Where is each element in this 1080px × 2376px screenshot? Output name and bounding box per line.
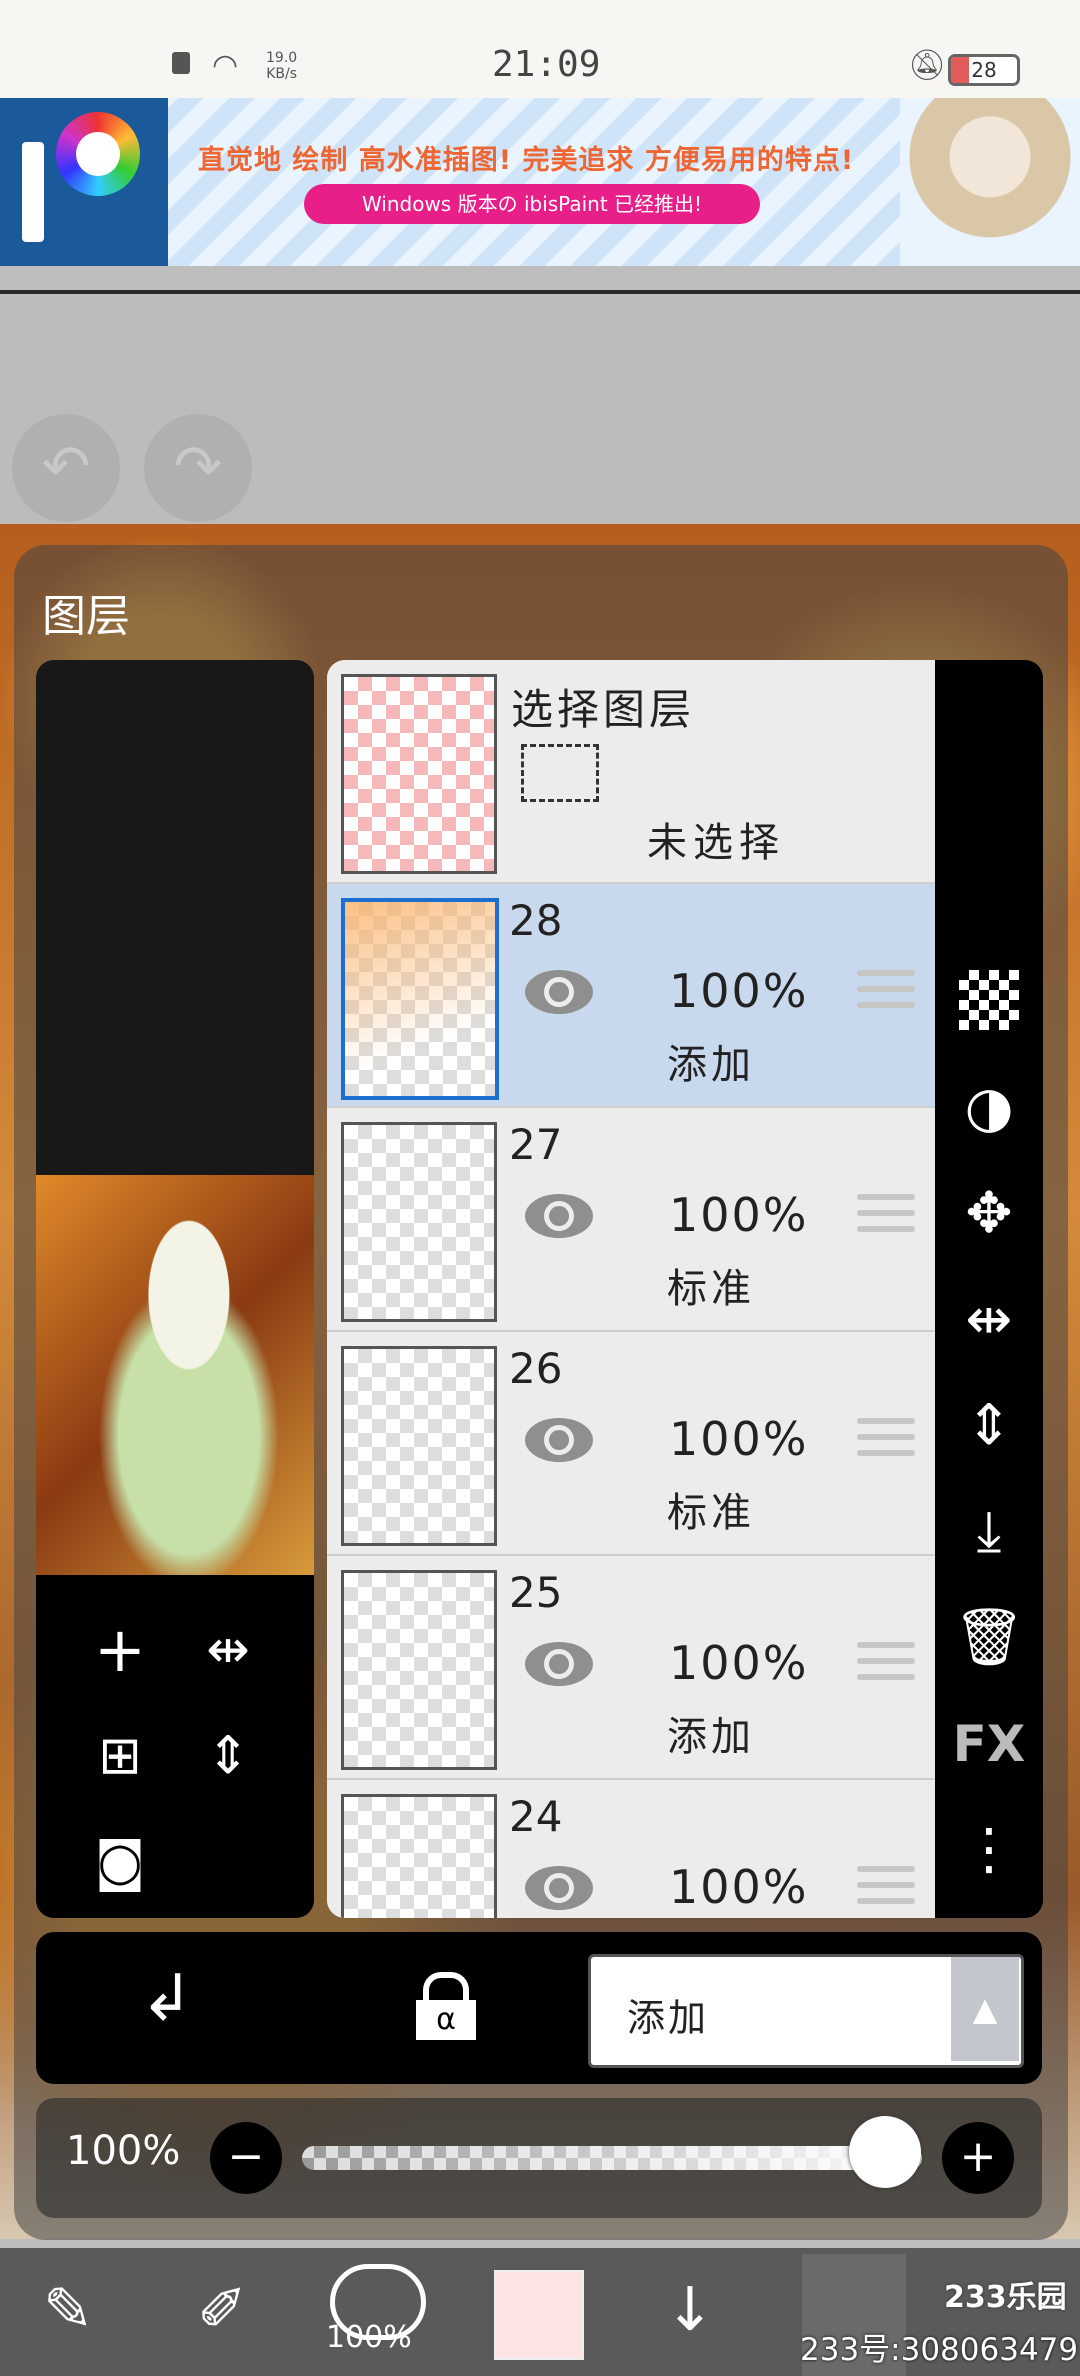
canvas-preview-panel: + ⇹ ⊞ ⇕ ◙	[36, 660, 314, 1918]
flip-horizontal-icon[interactable]: ⇹	[188, 1610, 268, 1690]
status-time: 21:09	[492, 44, 601, 85]
visibility-eye-icon[interactable]	[523, 966, 595, 1018]
alpha-lock-icon[interactable]: α	[416, 1972, 476, 2040]
redo-button[interactable]: ↷	[144, 414, 252, 522]
layer-opacity: 100%	[669, 1636, 809, 1690]
preview-background	[36, 660, 314, 1175]
watermark-text: 233号:308063479	[800, 2332, 1079, 2368]
layer-number: 27	[509, 1120, 563, 1169]
panel-title: 图层	[42, 591, 130, 642]
layer-opacity: 100%	[669, 1860, 809, 1914]
drag-handle-icon[interactable]	[857, 1642, 915, 1694]
notification-icon	[172, 52, 190, 74]
layer-opacity: 100%	[669, 1188, 809, 1242]
artwork-thumbnail[interactable]	[36, 1175, 314, 1575]
layer-opacity: 100%	[669, 1412, 809, 1466]
layer-thumbnail[interactable]	[341, 1570, 497, 1770]
layer-row[interactable]: 27 100% 标准	[327, 1108, 935, 1333]
layer-thumbnail[interactable]	[341, 1346, 497, 1546]
selection-marquee-icon	[521, 744, 599, 802]
battery-indicator: 28	[948, 54, 1020, 86]
duplicate-layer-icon[interactable]: ⊞	[80, 1716, 160, 1796]
layer-row[interactable]: 25 100% 添加	[327, 1556, 935, 1781]
layer-number: 24	[509, 1792, 563, 1841]
layer-row[interactable]: 28 100% 添加	[327, 884, 935, 1109]
camera-icon[interactable]: ◙	[80, 1822, 160, 1902]
layer-blend-mode: 标准	[667, 1490, 755, 1536]
layer-number: 26	[509, 1344, 563, 1393]
selection-status: 未选择	[647, 820, 785, 866]
transparency-checker-icon[interactable]	[949, 960, 1029, 1040]
move-icon[interactable]: ✥	[949, 1174, 1029, 1254]
drag-handle-icon[interactable]	[857, 1194, 915, 1246]
layer-opacity: 100%	[669, 964, 809, 1018]
layer-number: 28	[509, 896, 563, 945]
layer-thumbnail[interactable]	[341, 1122, 497, 1322]
layer-blend-mode: 添加	[667, 1714, 755, 1760]
drag-handle-icon[interactable]	[857, 1866, 915, 1918]
network-speed: 19.0 KB/s	[266, 50, 298, 82]
add-layer-icon[interactable]: +	[80, 1610, 160, 1690]
fx-button[interactable]: FX	[949, 1704, 1029, 1784]
drag-handle-icon[interactable]	[857, 970, 915, 1022]
ad-subline[interactable]: Windows 版本の ibisPaint 已经推出!	[304, 184, 760, 224]
clip-circle-icon[interactable]: ◑	[949, 1068, 1029, 1148]
ad-headline: 直觉地 绘制 高水准插图! 完美追求 方便易用的特点!	[198, 145, 855, 176]
tool-selector-icon[interactable]: ✎	[18, 2260, 118, 2360]
wifi-icon: ◠	[212, 48, 239, 83]
layer-down-icon[interactable]: ↓	[640, 2260, 740, 2360]
layer-blend-mode: 添加	[667, 1042, 755, 1088]
visibility-eye-icon[interactable]	[523, 1190, 595, 1242]
right-toolbar: ◑ ✥ ⇹ ⇕ ⤓ 🗑︎ FX ⋮	[935, 660, 1043, 1918]
visibility-eye-icon[interactable]	[523, 1862, 595, 1914]
layer-thumbnail[interactable]	[341, 1794, 497, 1918]
selection-layer-title: 选择图层	[511, 685, 696, 734]
layer-thumbnail[interactable]	[341, 898, 499, 1100]
clipping-icon[interactable]: ↲	[140, 1962, 194, 2036]
visibility-eye-icon[interactable]	[523, 1638, 595, 1690]
ibispaint-logo	[0, 98, 168, 266]
watermark-logo: 233乐园	[944, 2280, 1067, 2315]
layer-blend-mode: 标准	[667, 1266, 755, 1312]
dropdown-arrow-icon[interactable]: ▲	[951, 1957, 1019, 2061]
opacity-slider-knob[interactable]	[848, 2116, 921, 2188]
layer-row[interactable]: 26 100% 标准	[327, 1332, 935, 1557]
selection-thumbnail	[341, 674, 497, 874]
drag-handle-icon[interactable]	[857, 1418, 915, 1470]
opacity-increase-button[interactable]: +	[942, 2122, 1014, 2194]
blend-mode-select[interactable]: 添加 ▲	[588, 1954, 1024, 2068]
blend-mode-value: 添加	[627, 1996, 710, 2040]
color-swatch[interactable]	[494, 2270, 584, 2360]
layer-list[interactable]: 选择图层 未选择 28 100% 添加 27 100% 标准 26 100% 标准 25 100% 添…	[327, 660, 935, 1918]
layer-opacity-row: 100% − +	[36, 2098, 1042, 2218]
flip-vertical-icon[interactable]: ⇕	[949, 1386, 1029, 1466]
layer-row[interactable]: 24 100%	[327, 1780, 935, 1918]
mute-icon: 🔕︎	[908, 48, 947, 83]
flip-horizontal-icon[interactable]: ⇹	[949, 1280, 1029, 1360]
trash-icon[interactable]: 🗑︎	[949, 1598, 1029, 1678]
opacity-decrease-button[interactable]: −	[210, 2122, 282, 2194]
merge-down-icon[interactable]: ⤓	[949, 1492, 1029, 1572]
opacity-slider[interactable]	[302, 2146, 922, 2170]
visibility-eye-icon[interactable]	[523, 1414, 595, 1466]
ad-portrait-image	[900, 98, 1080, 266]
brush-icon[interactable]: ✐	[172, 2260, 272, 2360]
more-icon[interactable]: ⋮	[949, 1810, 1029, 1890]
selection-layer-row[interactable]: 选择图层 未选择	[327, 660, 935, 885]
layer-number: 25	[509, 1568, 563, 1617]
brush-size-value: 100%	[326, 2320, 412, 2355]
opacity-label: 100%	[66, 2128, 181, 2174]
undo-button[interactable]: ↶	[12, 414, 120, 522]
flip-vertical-icon[interactable]: ⇕	[188, 1716, 268, 1796]
